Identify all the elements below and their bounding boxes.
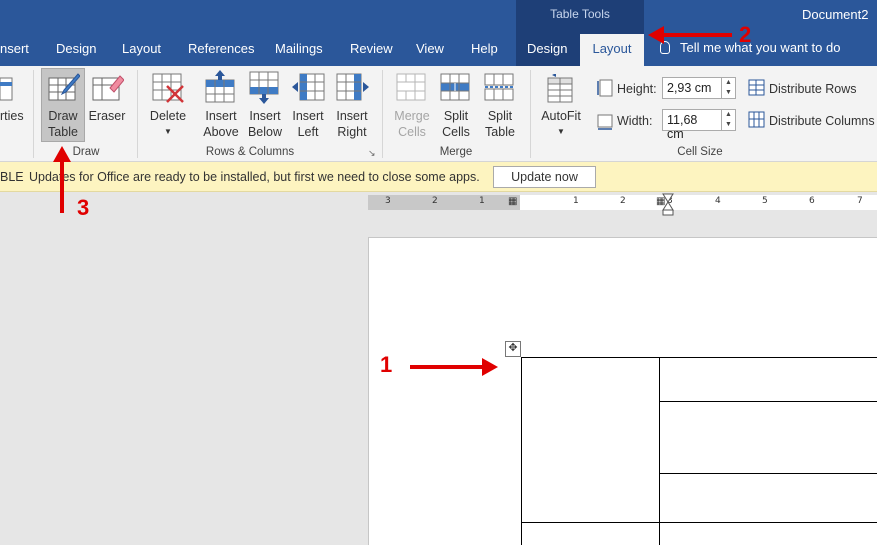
annotation-number-3: 3 [77,195,90,220]
annotation-number-1: 1 [380,352,393,377]
annotation-number-2: 2 [739,22,752,47]
annotation-arrows [53,26,732,376]
